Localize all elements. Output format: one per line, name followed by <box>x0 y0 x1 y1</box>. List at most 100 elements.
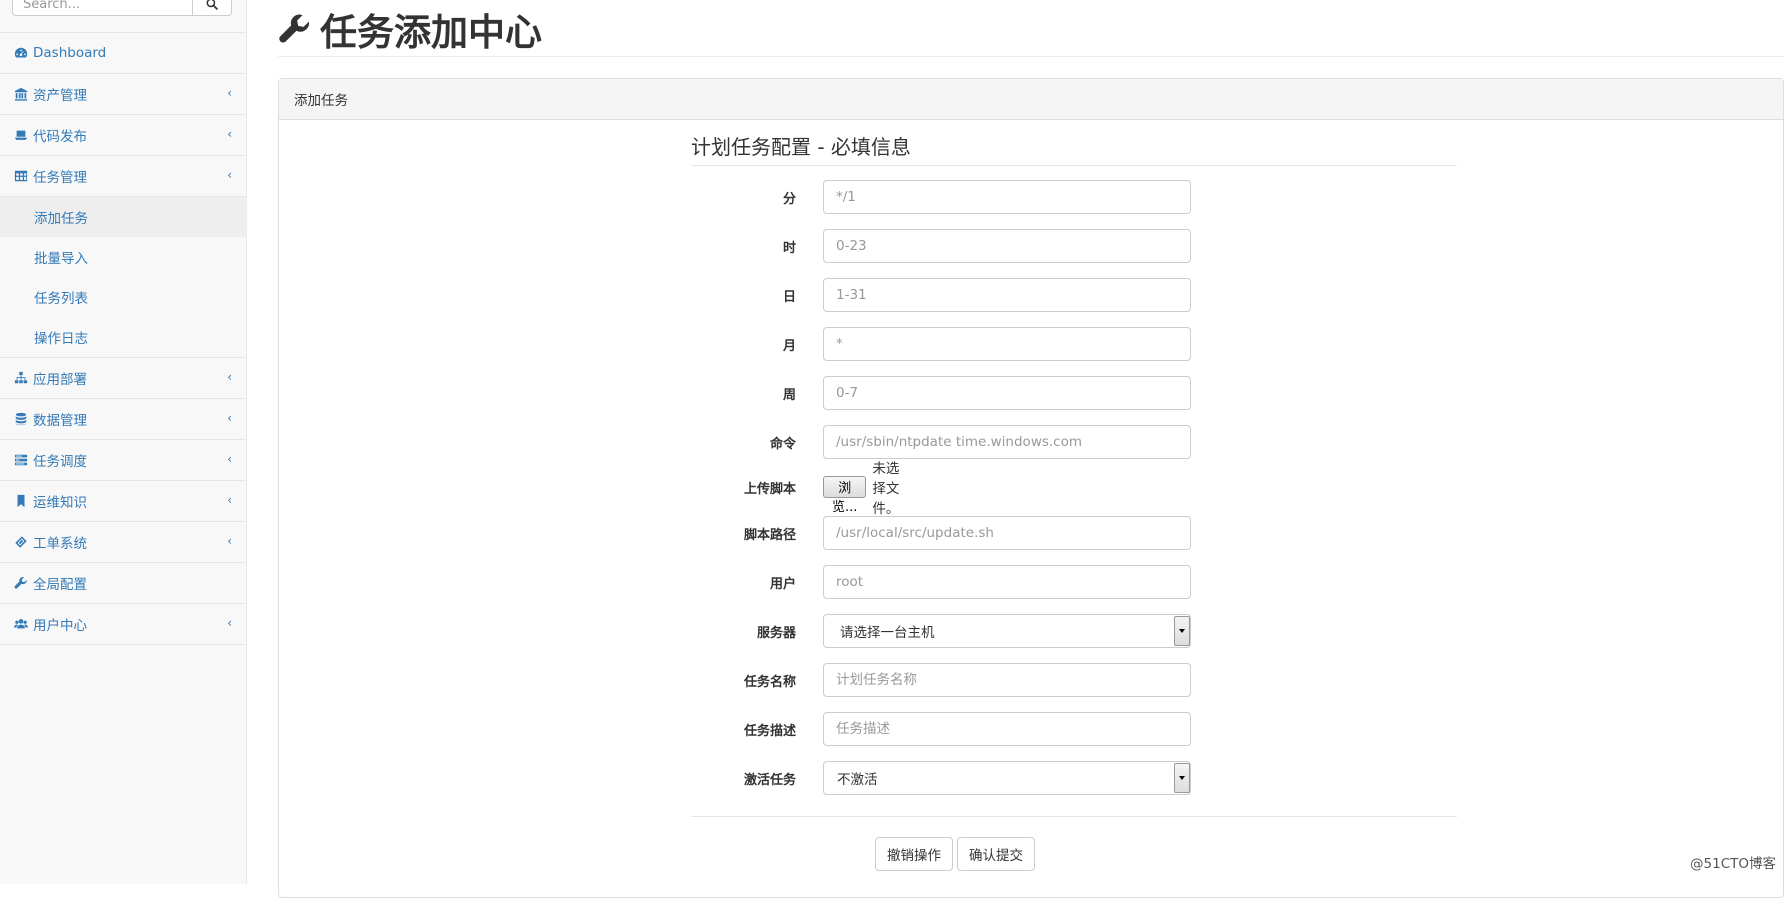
browse-button[interactable]: 浏览... <box>823 476 866 498</box>
sidebar-item-user-center[interactable]: 用户中心 ‹ <box>0 604 247 645</box>
submit-button[interactable]: 确认提交 <box>957 837 1035 871</box>
divider <box>278 56 1784 57</box>
chevron-left-icon: ‹ <box>227 534 232 548</box>
hour-input[interactable] <box>823 229 1191 263</box>
task-desc-input[interactable] <box>823 712 1191 746</box>
sidebar-item-code-release[interactable]: 代码发布 ‹ <box>0 115 247 156</box>
field-label: 周 <box>691 384 796 403</box>
command-input[interactable] <box>823 425 1191 459</box>
form-row-week: 周 <box>691 376 796 410</box>
chevron-down-icon <box>1179 776 1185 780</box>
chevron-left-icon: ‹ <box>227 370 232 384</box>
sidebar-item-label: 数据管理 <box>33 409 87 429</box>
chevron-left-icon: ‹ <box>227 493 232 507</box>
task-name-input[interactable] <box>823 663 1191 697</box>
script-path-input[interactable] <box>823 516 1191 550</box>
divider <box>691 816 1457 817</box>
form-row-month: 月 <box>691 327 796 361</box>
sidebar-subitem-add-task[interactable]: 添加任务 <box>0 197 247 237</box>
sidebar-item-label: 资产管理 <box>33 84 87 104</box>
form-row-user: 用户 <box>691 565 796 599</box>
form-row-day: 日 <box>691 278 796 312</box>
day-input[interactable] <box>823 278 1191 312</box>
search-button[interactable] <box>193 0 232 16</box>
sidebar-item-label: 全局配置 <box>33 573 87 593</box>
dropdown-button[interactable] <box>1174 616 1190 646</box>
activate-select[interactable]: 不激活 <box>823 761 1191 795</box>
sidebar-item-task-scheduling[interactable]: 任务调度 ‹ <box>0 440 247 481</box>
page-title: 任务添加中心 <box>278 4 542 54</box>
field-label: 月 <box>691 335 796 354</box>
sidebar-nav: Dashboard 资产管理 ‹ 代码发布 ‹ 任务管理 ‹ 添加任务 批量导入… <box>0 33 247 645</box>
field-label: 用户 <box>691 573 796 592</box>
chevron-down-icon <box>1179 629 1185 633</box>
wrench-icon <box>278 12 312 46</box>
form-row-hour: 时 <box>691 229 796 263</box>
chevron-left-icon: ‹ <box>227 616 232 630</box>
chevron-left-icon: ‹ <box>227 127 232 141</box>
chevron-left-icon: ‹ <box>227 86 232 100</box>
activate-select-value: 不激活 <box>837 768 878 788</box>
dropdown-button[interactable] <box>1174 763 1190 793</box>
laptop-icon <box>14 128 28 142</box>
form-row-command: 命令 <box>691 425 796 459</box>
form-row-upload: 上传脚本 浏览... 未选择文件。 <box>691 470 796 504</box>
sidebar-subitem-batch-import[interactable]: 批量导入 <box>0 237 247 277</box>
search-input[interactable] <box>12 0 193 16</box>
sidebar-item-label: 任务调度 <box>33 450 87 470</box>
sidebar-item-label: 任务管理 <box>33 166 87 186</box>
form-legend: 计划任务配置 - 必填信息 <box>691 134 1457 166</box>
search-icon <box>206 0 218 10</box>
form-row-activate: 激活任务 不激活 <box>691 761 796 795</box>
form-actions: 撤销操作 确认提交 <box>875 837 1035 871</box>
sidebar-item-ops-knowledge[interactable]: 运维知识 ‹ <box>0 481 247 522</box>
database-icon <box>14 412 28 426</box>
field-label: 上传脚本 <box>691 478 796 497</box>
dashboard-icon <box>14 46 28 60</box>
field-label: 服务器 <box>691 622 796 641</box>
wrench-icon <box>14 576 28 590</box>
server-select-value: 请选择一台主机 <box>840 621 935 641</box>
sidebar-item-label: 工单系统 <box>33 532 87 552</box>
sidebar-subitem-task-list[interactable]: 任务列表 <box>0 277 247 317</box>
sidebar-item-label: 运维知识 <box>33 491 87 511</box>
sidebar-item-assets[interactable]: 资产管理 ‹ <box>0 74 247 115</box>
field-label: 日 <box>691 286 796 305</box>
sidebar-item-label: 应用部署 <box>33 368 87 388</box>
sidebar-item-label: 用户中心 <box>33 614 87 634</box>
sidebar-item-label: 代码发布 <box>33 125 87 145</box>
add-task-panel: 添加任务 计划任务配置 - 必填信息 分 时 日 月 周 <box>278 78 1784 898</box>
file-upload: 浏览... 未选择文件。 <box>823 457 899 517</box>
page-title-text: 任务添加中心 <box>320 2 542 56</box>
field-label: 脚本路径 <box>691 524 796 543</box>
field-label: 时 <box>691 237 796 256</box>
month-input[interactable] <box>823 327 1191 361</box>
sidebar-item-data-management[interactable]: 数据管理 ‹ <box>0 399 247 440</box>
submenu-task-management: 添加任务 批量导入 任务列表 操作日志 <box>0 197 247 358</box>
server-select[interactable]: 请选择一台主机 <box>823 614 1191 648</box>
sidebar-subitem-operation-log[interactable]: 操作日志 <box>0 317 247 357</box>
tasks-icon <box>14 453 28 467</box>
sidebar-item-ticket-system[interactable]: 工单系统 ‹ <box>0 522 247 563</box>
users-icon <box>14 617 28 631</box>
sidebar-item-task-management[interactable]: 任务管理 ‹ <box>0 156 247 197</box>
cancel-button[interactable]: 撤销操作 <box>875 837 953 871</box>
chevron-left-icon: ‹ <box>227 411 232 425</box>
bank-icon <box>14 87 28 101</box>
sidebar-item-global-config[interactable]: 全局配置 <box>0 563 247 604</box>
form-row-server: 服务器 请选择一台主机 <box>691 614 796 648</box>
search-bar <box>12 0 232 16</box>
chevron-left-icon: ‹ <box>227 168 232 182</box>
form-row-minute: 分 <box>691 180 796 214</box>
week-input[interactable] <box>823 376 1191 410</box>
watermark: @51CTO博客 <box>1690 852 1776 872</box>
user-input[interactable] <box>823 565 1191 599</box>
sidebar-item-dashboard[interactable]: Dashboard <box>0 33 247 74</box>
field-label: 任务描述 <box>691 720 796 739</box>
sitemap-icon <box>14 371 28 385</box>
minute-input[interactable] <box>823 180 1191 214</box>
file-status: 未选择文件。 <box>872 457 899 517</box>
form-row-script-path: 脚本路径 <box>691 516 796 550</box>
field-label: 任务名称 <box>691 671 796 690</box>
sidebar-item-app-deploy[interactable]: 应用部署 ‹ <box>0 358 247 399</box>
